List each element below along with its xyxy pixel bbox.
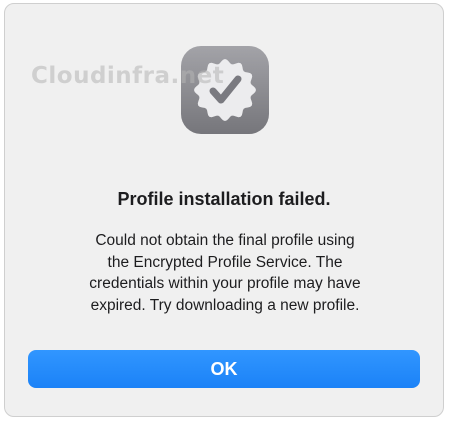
message-line: expired. Try downloading a new profile. [90,296,360,314]
message-line: Could not obtain the final profile using [95,232,355,249]
message-line: credentials within your profile may have [89,275,361,292]
dialog-title: Profile installation failed. [117,189,331,209]
dialog-message: Could not obtain the final profile using… [23,230,427,316]
alert-dialog: Cloudinfra.net Profile installation fail… [4,3,444,417]
message-line: the Encrypted Profile Service. The [107,253,343,271]
ok-button[interactable]: OK [28,350,420,388]
verified-badge-icon [180,45,270,135]
